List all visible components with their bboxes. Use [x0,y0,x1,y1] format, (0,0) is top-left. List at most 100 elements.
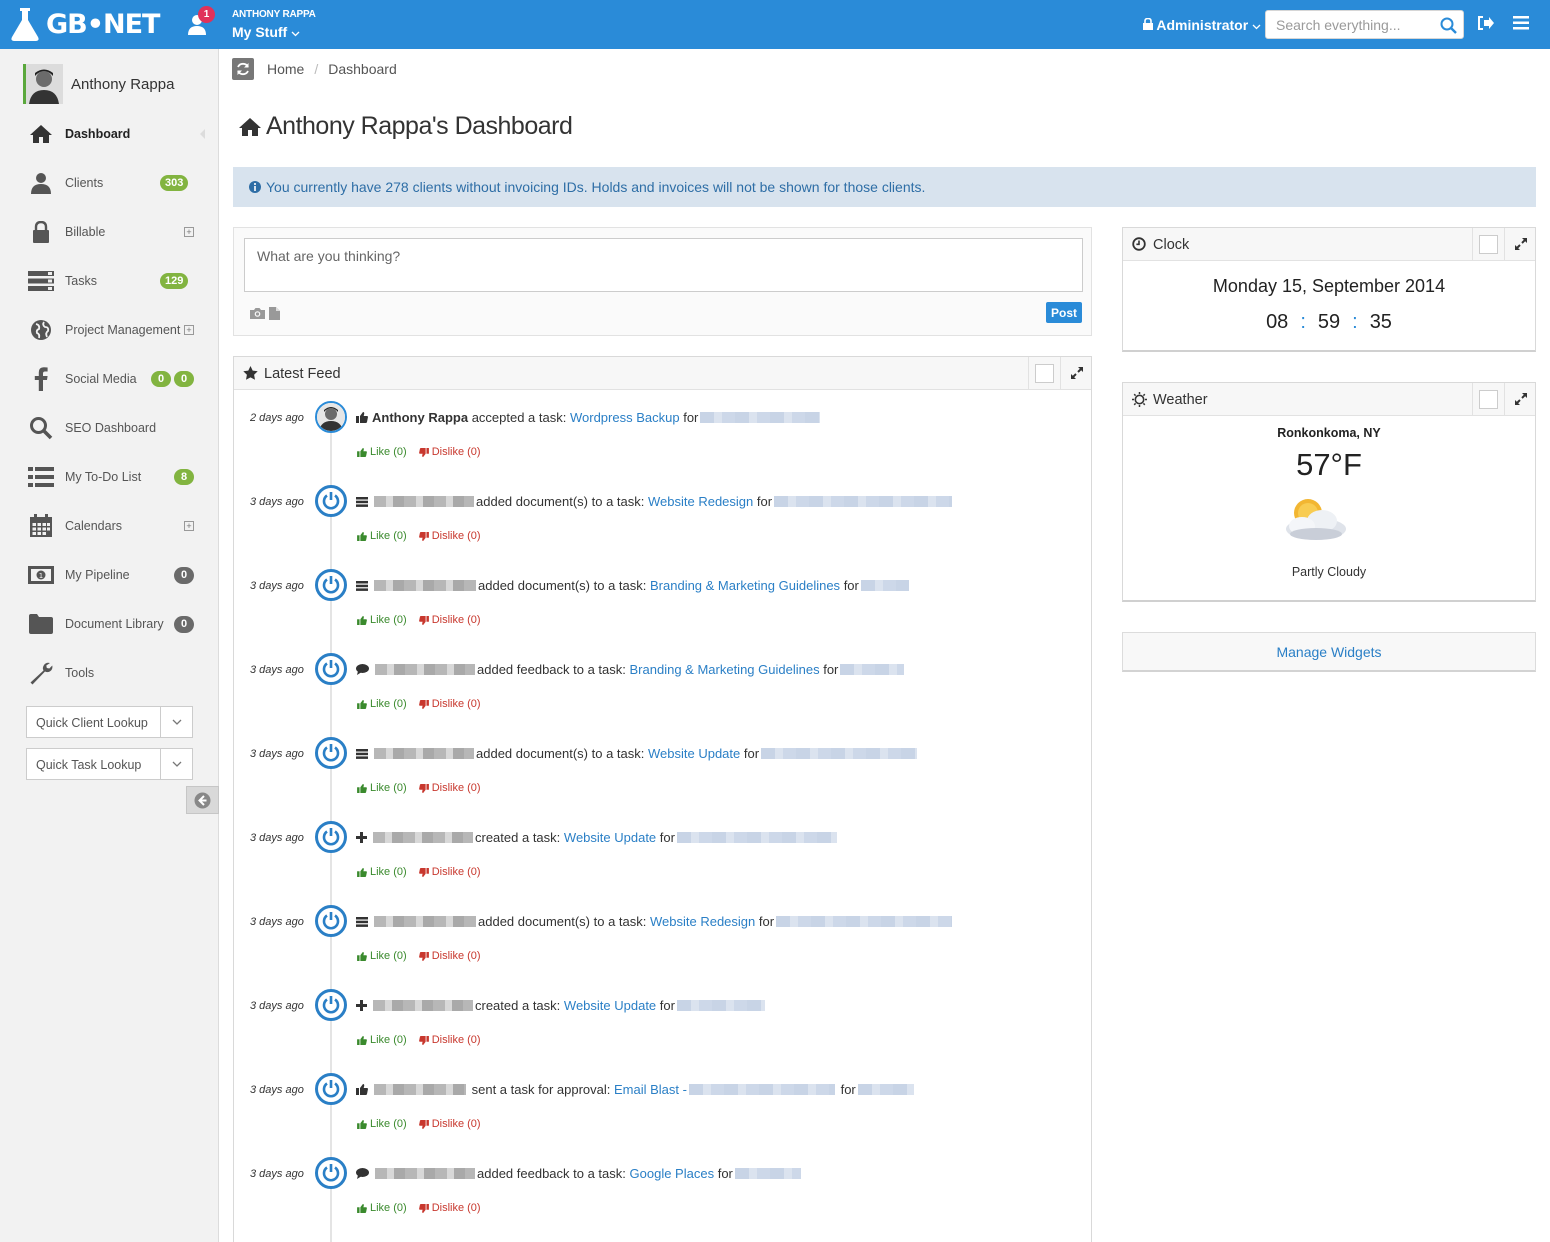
chevron-down-icon [1252,24,1261,30]
avatar[interactable] [315,653,347,685]
avatar[interactable] [315,569,347,601]
avatar[interactable] [315,1073,347,1105]
sidebar-item-tools[interactable]: Tools [0,653,219,693]
feed-task-link[interactable]: Website Update [564,998,656,1013]
administrator-dropdown[interactable]: Administrator [1143,17,1261,33]
dislike-button[interactable]: Dislike (0) [418,1202,481,1214]
dislike-button[interactable]: Dislike (0) [418,866,481,878]
breadcrumb-home[interactable]: Home [267,61,304,77]
feed-task-link[interactable]: Branding & Marketing Guidelines [630,662,820,677]
feed-task-link[interactable]: Branding & Marketing Guidelines [650,578,840,593]
weather-expand-button[interactable] [1504,383,1536,415]
like-button[interactable]: Like (0) [357,614,407,626]
post-attachments [250,307,280,320]
feed-task-link[interactable]: Google Places [630,1166,715,1181]
feed-item: 3 days ago added document(s) to a task: … [234,904,1091,988]
camera-icon[interactable] [250,307,265,319]
feed-item: 3 days ago created a task: Website Updat… [234,820,1091,904]
expand-icon[interactable]: + [184,521,194,531]
feed-task-link[interactable]: Website Redesign [650,914,755,929]
avatar[interactable] [315,1157,347,1189]
dislike-label: Dislike (0) [431,950,481,962]
avatar[interactable] [315,401,347,433]
latest-feed-widget: Latest Feed 2 days ago Anthony Rappa acc… [233,356,1092,1242]
sidebar-item-tasks[interactable]: Tasks 129 [0,261,219,301]
weather-toggle-button[interactable] [1472,383,1504,415]
logo[interactable]: GB•NET [10,5,160,43]
like-button[interactable]: Like (0) [357,866,407,878]
sidebar-item-social-media[interactable]: Social Media 0 0 [0,359,219,399]
refresh-button[interactable] [232,58,254,80]
like-button[interactable]: Like (0) [357,1118,407,1130]
avatar[interactable] [315,737,347,769]
sidebar-item-seo-dashboard[interactable]: SEO Dashboard [0,408,219,448]
feed-task-link[interactable]: Email Blast - [614,1082,687,1097]
sidebar-item-my-pipeline[interactable]: 1 My Pipeline 0 [0,555,219,595]
redacted-user [374,580,476,591]
like-button[interactable]: Like (0) [357,1034,407,1046]
avatar [23,64,63,104]
dislike-button[interactable]: Dislike (0) [418,782,481,794]
dislike-button[interactable]: Dislike (0) [418,446,481,458]
feed-task-link[interactable]: Website Redesign [648,494,753,509]
post-button[interactable]: Post [1046,302,1082,323]
search-input[interactable] [1266,11,1431,38]
like-button[interactable]: Like (0) [357,1202,407,1214]
avatar[interactable] [315,485,347,517]
quick-task-lookup-toggle[interactable] [160,749,192,779]
dislike-button[interactable]: Dislike (0) [418,614,481,626]
sidebar-item-clients[interactable]: Clients 303 [0,163,219,203]
post-textarea[interactable] [244,238,1083,292]
my-stuff-dropdown[interactable]: My Stuff [232,24,300,40]
sidebar-item-document-library[interactable]: Document Library 0 [0,604,219,644]
collapse-sidebar-button[interactable] [186,786,219,814]
notification-badge[interactable]: 1 [198,6,215,23]
feed-item: 3 days ago created a task: Website Updat… [234,988,1091,1072]
like-label: Like (0) [370,1118,407,1130]
sidebar-item-billable[interactable]: Billable + [0,212,219,252]
feed-action: added document(s) to a task: [476,746,645,761]
dislike-button[interactable]: Dislike (0) [418,1034,481,1046]
feed-toggle-button[interactable] [1028,357,1060,389]
feed-task-link[interactable]: Website Update [564,830,656,845]
quick-client-lookup-toggle[interactable] [160,707,192,737]
like-button[interactable]: Like (0) [357,698,407,710]
avatar[interactable] [315,905,347,937]
clock-expand-button[interactable] [1504,228,1536,260]
thumbs-up-icon [357,1035,367,1045]
like-button[interactable]: Like (0) [357,950,407,962]
sidebar-item-project-management[interactable]: Project Management + [0,310,219,350]
like-button[interactable]: Like (0) [357,530,407,542]
expand-icon[interactable]: + [184,325,194,335]
quick-client-lookup[interactable]: Quick Client Lookup [26,706,193,738]
dislike-button[interactable]: Dislike (0) [418,698,481,710]
clock-separator: : [1300,311,1306,333]
document-icon[interactable] [269,307,280,320]
expand-icon[interactable]: + [184,227,194,237]
search-icon[interactable] [1440,17,1457,34]
logout-icon[interactable] [1477,15,1494,31]
clock-toggle-button[interactable] [1472,228,1504,260]
sidebar-item-my-to-do-list[interactable]: My To-Do List 8 [0,457,219,497]
sidebar-profile[interactable]: Anthony Rappa [23,64,174,104]
feed-actions: Like (0) Dislike (0) [357,1034,481,1046]
redacted-client [857,1084,914,1095]
like-button[interactable]: Like (0) [357,446,407,458]
dislike-button[interactable]: Dislike (0) [418,530,481,542]
feed-expand-button[interactable] [1060,357,1091,389]
dislike-button[interactable]: Dislike (0) [418,950,481,962]
like-button[interactable]: Like (0) [357,782,407,794]
avatar[interactable] [315,821,347,853]
sidebar-item-dashboard[interactable]: Dashboard [0,114,219,154]
manage-widgets-button[interactable]: Manage Widgets [1122,632,1536,672]
feed-task-link[interactable]: Website Update [648,746,740,761]
sidebar-item-label: My Pipeline [65,568,130,582]
avatar[interactable] [315,989,347,1021]
dislike-button[interactable]: Dislike (0) [418,1118,481,1130]
feed-task-link[interactable]: Wordpress Backup [570,410,680,425]
sidebar-item-calendars[interactable]: Calendars + [0,506,219,546]
feed-text: added document(s) to a task: Website Upd… [356,746,919,761]
quick-task-lookup[interactable]: Quick Task Lookup [26,748,193,780]
hamburger-menu-icon[interactable] [1513,16,1529,30]
feed-actor[interactable]: Anthony Rappa [372,410,468,425]
